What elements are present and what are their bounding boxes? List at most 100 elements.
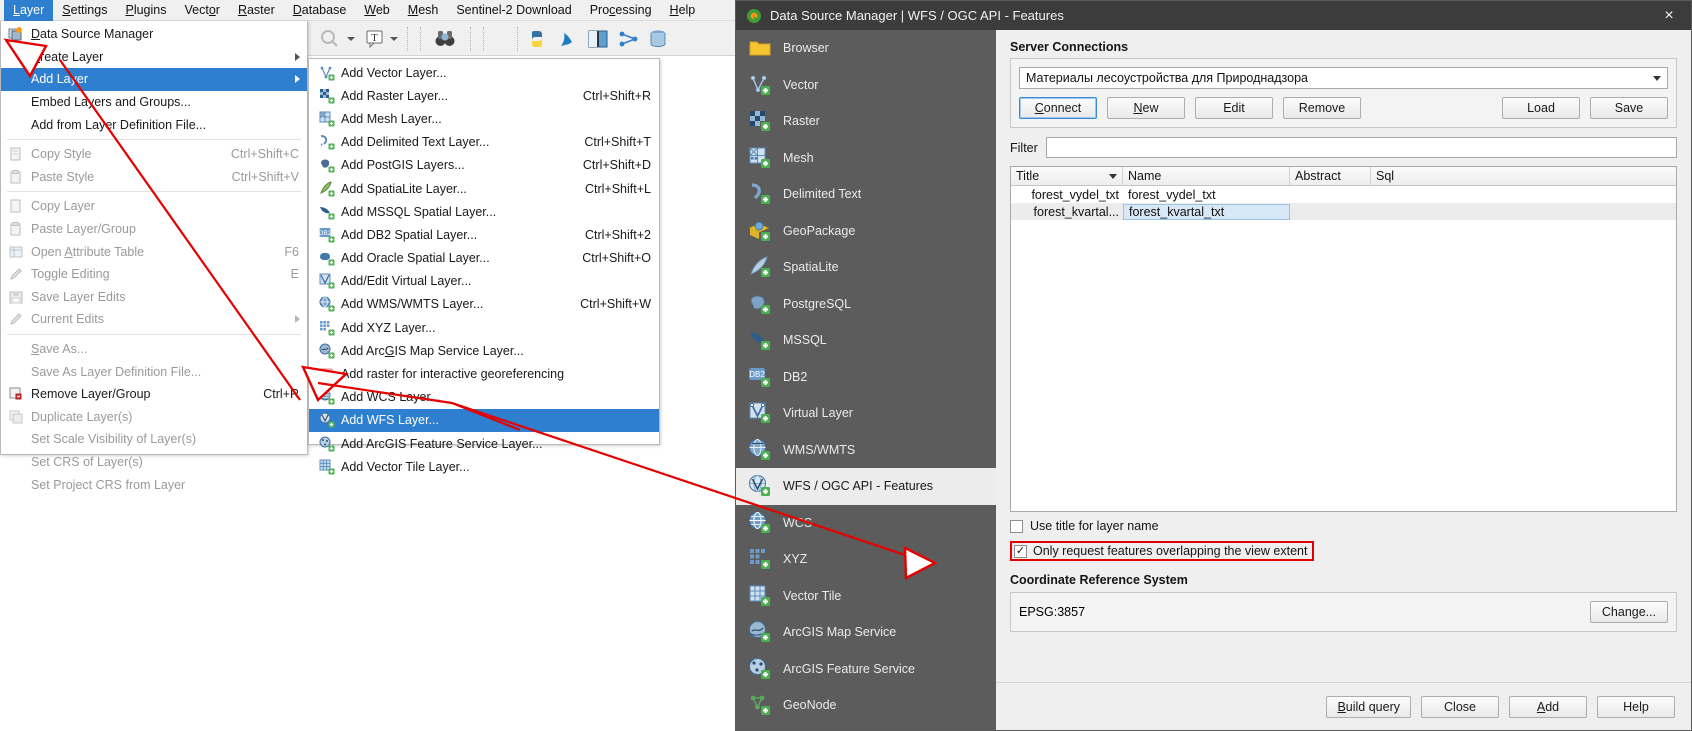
menu-raster[interactable]: Raster xyxy=(229,0,284,21)
sidebar-item-mssql[interactable]: MSSQL xyxy=(736,322,996,359)
menu-mesh[interactable]: Mesh xyxy=(399,0,448,21)
save-connections-button[interactable]: Save xyxy=(1590,97,1668,119)
menu-item-data-source-manager[interactable]: Data Source Manager xyxy=(1,23,307,46)
annotation-dropdown-caret[interactable] xyxy=(390,37,398,41)
menu-layer[interactable]: LLayerayer xyxy=(4,0,54,21)
sidebar-item-postgresql[interactable]: PostgreSQL xyxy=(736,286,996,323)
submenu-item-add-spatialite-layer[interactable]: Add SpatiaLite Layer... Ctrl+Shift+L xyxy=(309,177,659,200)
menu-item-current-edits[interactable]: Current Edits xyxy=(1,308,307,331)
submenu-item-add-raster-layer[interactable]: Add Raster Layer... Ctrl+Shift+R xyxy=(309,84,659,107)
column-header-sql[interactable]: Sql xyxy=(1371,167,1676,185)
sidebar-item-wcs[interactable]: WCS xyxy=(736,505,996,542)
sidebar-item-mesh[interactable]: Mesh xyxy=(736,140,996,177)
menu-vector[interactable]: Vector xyxy=(175,0,228,21)
submenu-item-add-wcs-layer[interactable]: Add WCS Layer... xyxy=(309,386,659,409)
menu-item-save-layer-edits[interactable]: Save Layer Edits xyxy=(1,286,307,309)
menu-item-save-as[interactable]: Save As... xyxy=(1,338,307,361)
sidebar-item-db2[interactable]: DB2 DB2 xyxy=(736,359,996,396)
add-button[interactable]: Add xyxy=(1509,695,1587,718)
menu-item-set-scale-visibility[interactable]: Set Scale Visibility of Layer(s) xyxy=(1,428,307,451)
new-connection-button[interactable]: New xyxy=(1107,97,1185,119)
submenu-item-add-wms-wmts-layer[interactable]: Add WMS/WMTS Layer... Ctrl+Shift+W xyxy=(309,293,659,316)
submenu-item-add-wfs-layer[interactable]: Add WFS Layer... xyxy=(309,408,659,432)
topology-icon[interactable] xyxy=(618,28,640,50)
sidebar-item-raster[interactable]: Raster xyxy=(736,103,996,140)
submenu-item-add-edit-virtual-layer[interactable]: Add/Edit Virtual Layer... xyxy=(309,270,659,293)
menu-item-add-from-layer-definition-file[interactable]: Add from Layer Definition File... xyxy=(1,113,307,136)
column-header-name[interactable]: Name xyxy=(1123,167,1290,185)
sidebar-item-geopackage[interactable]: GeoPackage xyxy=(736,213,996,250)
help-button[interactable]: Help xyxy=(1597,695,1675,718)
identify-dropdown-caret[interactable] xyxy=(347,37,355,41)
only-request-features-checkbox[interactable]: ✓ xyxy=(1014,544,1027,558)
identify-features-icon[interactable] xyxy=(318,28,340,50)
binoculars-icon[interactable] xyxy=(434,28,456,50)
menu-processing[interactable]: Processing xyxy=(581,0,661,21)
menu-item-paste-layer-group[interactable]: Paste Layer/Group xyxy=(1,218,307,241)
python-console-icon[interactable] xyxy=(526,28,548,50)
only-request-features-row[interactable]: ✓ Only request features overlapping the … xyxy=(1010,541,1677,561)
filter-input[interactable] xyxy=(1045,137,1677,158)
menu-item-remove-layer-group[interactable]: Remove Layer/Group Ctrl+R xyxy=(1,383,307,406)
use-title-for-layer-name-checkbox[interactable] xyxy=(1010,519,1023,533)
submenu-item-add-mssql-spatial-layer[interactable]: Add MSSQL Spatial Layer... xyxy=(309,200,659,223)
sidebar-item-virtual-layer[interactable]: Virtual Layer xyxy=(736,395,996,432)
menu-item-copy-style[interactable]: Copy Style Ctrl+Shift+C xyxy=(1,143,307,166)
menu-help[interactable]: Help xyxy=(661,0,705,21)
menu-database[interactable]: Database xyxy=(284,0,356,21)
menu-item-paste-style[interactable]: Paste Style Ctrl+Shift+V xyxy=(1,166,307,189)
qgis-kangaroo-icon[interactable] xyxy=(556,28,578,50)
remove-connection-button[interactable]: Remove xyxy=(1283,97,1361,119)
menu-plugins[interactable]: Plugins xyxy=(116,0,175,21)
submenu-item-add-vector-layer[interactable]: Add Vector Layer... xyxy=(309,61,659,84)
close-icon[interactable]: × xyxy=(1647,1,1691,30)
menu-item-set-crs-of-layers[interactable]: Set CRS of Layer(s) xyxy=(1,451,307,474)
change-crs-button[interactable]: Change... xyxy=(1590,601,1668,623)
map-swipe-icon[interactable] xyxy=(587,28,609,50)
sidebar-item-vector-tile[interactable]: Vector Tile xyxy=(736,578,996,615)
submenu-item-add-arcgis-map-service-layer[interactable]: Add ArcGIS Map Service Layer... xyxy=(309,339,659,362)
text-annotation-icon[interactable]: T xyxy=(364,28,386,50)
connect-button[interactable]: Connect xyxy=(1019,97,1097,119)
submenu-item-add-oracle-spatial-layer[interactable]: Add Oracle Spatial Layer... Ctrl+Shift+O xyxy=(309,247,659,270)
submenu-item-add-mesh-layer[interactable]: Add Mesh Layer... xyxy=(309,107,659,130)
menu-item-add-layer[interactable]: Add Layer xyxy=(1,68,307,91)
submenu-item-add-arcgis-feature-service-layer[interactable]: Add ArcGIS Feature Service Layer... xyxy=(309,432,659,455)
load-connections-button[interactable]: Load xyxy=(1502,97,1580,119)
sidebar-item-delimited-text[interactable]: Delimited Text xyxy=(736,176,996,213)
sidebar-item-xyz[interactable]: XYZ xyxy=(736,541,996,578)
sidebar-item-browser[interactable]: Browser xyxy=(736,30,996,67)
menu-item-save-as-layer-definition-file[interactable]: Save As Layer Definition File... xyxy=(1,360,307,383)
submenu-item-add-raster-for-interactive-georeferencing[interactable]: AD Add raster for interactive georeferen… xyxy=(309,362,659,385)
sidebar-item-wfs-ogc-api-features[interactable]: WFS / OGC API - Features xyxy=(736,468,996,505)
database-tool-icon[interactable] xyxy=(648,28,670,50)
build-query-button[interactable]: Build query xyxy=(1326,695,1411,718)
menu-sentinel2-download[interactable]: Sentinel-2 Download xyxy=(447,0,580,21)
column-header-abstract[interactable]: Abstract xyxy=(1290,167,1371,185)
menu-item-open-attribute-table[interactable]: Open Attribute Table F6 xyxy=(1,240,307,263)
sidebar-item-geonode[interactable]: GeoNode xyxy=(736,687,996,724)
sidebar-item-arcgis-map-service[interactable]: ArcGIS Map Service xyxy=(736,614,996,651)
table-row[interactable]: forest_kvartal... forest_kvartal_txt xyxy=(1011,203,1676,220)
menu-item-set-project-crs-from-layer[interactable]: Set Project CRS from Layer xyxy=(1,473,307,496)
sidebar-item-vector[interactable]: Vector xyxy=(736,67,996,104)
sidebar-item-spatialite[interactable]: SpatiaLite xyxy=(736,249,996,286)
submenu-item-add-xyz-layer[interactable]: Add XYZ Layer... xyxy=(309,316,659,339)
submenu-item-add-delimited-text-layer[interactable]: , Add Delimited Text Layer... Ctrl+Shift… xyxy=(309,131,659,154)
table-row[interactable]: forest_vydel_txt forest_vydel_txt xyxy=(1011,186,1676,203)
menu-item-toggle-editing[interactable]: Toggle Editing E xyxy=(1,263,307,286)
close-button[interactable]: Close xyxy=(1421,695,1499,718)
sidebar-item-arcgis-feature-service[interactable]: ArcGIS Feature Service xyxy=(736,651,996,688)
connection-select[interactable]: Материалы лесоустройства для Природнадзо… xyxy=(1019,67,1668,89)
edit-connection-button[interactable]: Edit xyxy=(1195,97,1273,119)
menu-item-duplicate-layers[interactable]: Duplicate Layer(s) xyxy=(1,406,307,429)
menu-item-copy-layer[interactable]: Copy Layer xyxy=(1,195,307,218)
menu-web[interactable]: Web xyxy=(355,0,398,21)
submenu-item-add-vector-tile-layer[interactable]: Add Vector Tile Layer... xyxy=(309,455,659,478)
submenu-item-add-postgis-layers[interactable]: Add PostGIS Layers... Ctrl+Shift+D xyxy=(309,154,659,177)
menu-item-create-layer[interactable]: Create Layer xyxy=(1,46,307,69)
menu-settings[interactable]: Settings xyxy=(53,0,116,21)
column-header-title[interactable]: Title xyxy=(1011,167,1123,185)
use-title-for-layer-name-row[interactable]: Use title for layer name xyxy=(1010,519,1677,533)
menu-item-embed-layers-and-groups[interactable]: Embed Layers and Groups... xyxy=(1,91,307,114)
